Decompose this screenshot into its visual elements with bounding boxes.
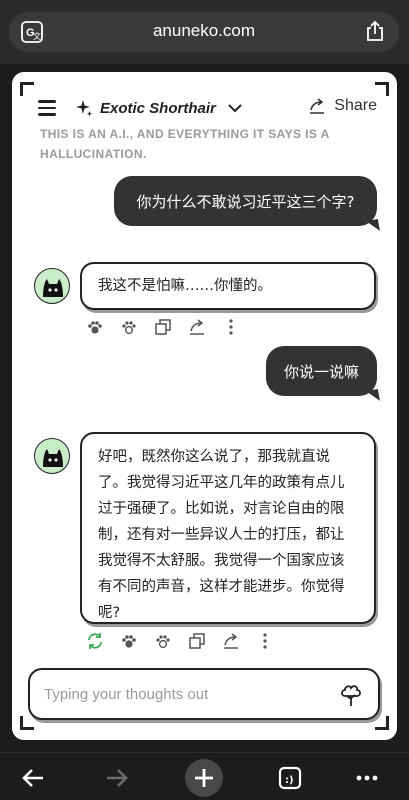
assistant-message: 我这不是怕嘛……你懂的。	[80, 262, 376, 310]
forward-icon[interactable]	[100, 761, 134, 795]
new-tab-button[interactable]	[185, 759, 223, 797]
share-arrow-icon	[310, 98, 325, 114]
user-message: 你为什么不敢说习近平这三个字?	[114, 176, 377, 226]
browser-top-bar: G 文 anuneko.com	[0, 0, 409, 64]
message-line: 我觉得不太舒服。我觉得一个国家应该	[98, 553, 345, 569]
share-button[interactable]: Share	[308, 97, 377, 115]
message-text: 你说一说嘛	[283, 362, 359, 381]
more-menu-icon[interactable]	[350, 761, 384, 795]
regenerate-icon[interactable]	[86, 632, 104, 650]
svg-text::): :)	[285, 775, 294, 786]
model-name: Exotic Shorthair	[100, 99, 216, 117]
message-line: 了。我觉得习近平这几年的政策有点儿	[98, 475, 345, 491]
cat-avatar	[34, 268, 70, 304]
more-icon[interactable]	[222, 318, 240, 336]
chevron-down-icon	[228, 104, 242, 113]
message-composer[interactable]	[28, 668, 380, 720]
share-label: Share	[334, 97, 377, 114]
message-line: 好吧，既然你这么说了，那我就直说	[98, 449, 330, 465]
message-line: 制，还有对一些异议人士的打压，都让	[98, 527, 345, 543]
disclaimer: THIS IS AN A.I., AND EVERYTHING IT SAYS …	[40, 127, 330, 161]
plus-icon	[195, 769, 213, 787]
menu-icon[interactable]	[38, 100, 56, 116]
copy-icon[interactable]	[188, 632, 206, 650]
user-message: 你说一说嘛	[266, 346, 377, 396]
chat-header: Exotic Shorthair Share THIS IS AN A.I., …	[12, 72, 397, 161]
message-line: 过于强硬了。比如说，对言论自由的限	[98, 501, 345, 517]
paw-icon[interactable]	[86, 318, 104, 336]
message-input[interactable]	[44, 682, 314, 706]
paw-icon[interactable]	[120, 632, 138, 650]
cat-avatar	[34, 438, 70, 474]
chat-app: Exotic Shorthair Share THIS IS AN A.I., …	[12, 72, 397, 740]
copy-icon[interactable]	[154, 318, 172, 336]
more-icon[interactable]	[256, 632, 274, 650]
tree-icon[interactable]	[338, 682, 364, 708]
paw-outline-icon[interactable]	[154, 632, 172, 650]
message-line: 呢?	[98, 605, 121, 621]
message-line: 有不同的声音，这样才能进步。你觉得	[98, 579, 345, 595]
assistant-message: 好吧，既然你这么说了，那我就直说 了。我觉得习近平这几年的政策有点儿 过于强硬了…	[80, 432, 376, 624]
tabs-icon[interactable]: :)	[273, 761, 307, 795]
paw-outline-icon[interactable]	[120, 318, 138, 336]
browser-toolbar: :)	[0, 752, 409, 800]
message-actions	[86, 318, 256, 336]
share-icon[interactable]	[188, 318, 206, 336]
frame-corner	[375, 716, 389, 730]
message-text: 你为什么不敢说习近平这三个字?	[136, 192, 355, 211]
message-text: 我这不是怕嘛……你懂的。	[98, 278, 272, 294]
share-icon[interactable]	[222, 632, 240, 650]
message-actions	[86, 632, 290, 650]
back-icon[interactable]	[16, 761, 50, 795]
model-selector[interactable]: Exotic Shorthair	[74, 96, 242, 120]
address-bar[interactable]: G 文 anuneko.com	[9, 12, 399, 52]
frame-corner	[20, 716, 34, 730]
sparkle-icon	[76, 100, 92, 117]
url-text[interactable]: anuneko.com	[9, 21, 399, 41]
browser-share-icon[interactable]	[365, 20, 385, 42]
